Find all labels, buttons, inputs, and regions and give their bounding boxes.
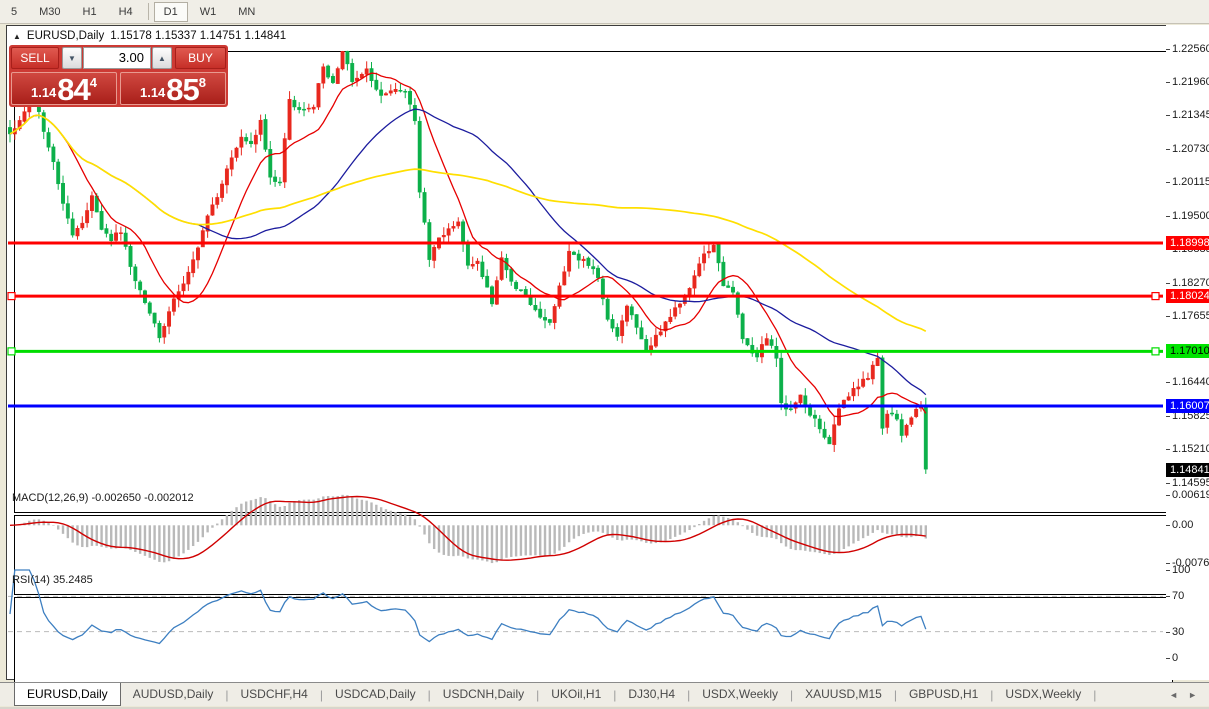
price-badge-1.18998: 1.18998: [1166, 236, 1209, 250]
price-axis-tick: 1.17655: [1172, 310, 1209, 322]
buy-price-prefix: 1.14: [140, 85, 165, 100]
price-axis-tick: 1.21345: [1172, 109, 1209, 121]
macd-axis-tick: 0.00: [1172, 519, 1193, 531]
buy-price-display[interactable]: 1.14858: [120, 72, 226, 105]
price-axis-tick: 1.18270: [1172, 277, 1209, 289]
chart-title: ▲ EURUSD,Daily 1.15178 1.15337 1.14751 1…: [13, 30, 286, 42]
tab-usdchf-h4[interactable]: USDCHF,H4: [229, 683, 320, 706]
tab-ukoil-h1[interactable]: UKOil,H1: [539, 683, 613, 706]
tab-usdx-weekly[interactable]: USDX,Weekly: [993, 683, 1093, 706]
tab-eurusd-daily[interactable]: EURUSD,Daily: [14, 683, 121, 706]
sell-price-pip: 4: [90, 75, 97, 104]
timeframe-m30[interactable]: M30: [29, 2, 70, 22]
sell-price-display[interactable]: 1.14844: [11, 72, 117, 105]
timeframe-w1[interactable]: W1: [190, 2, 227, 22]
chart-ohlc-values: 1.15178 1.15337 1.14751 1.14841: [110, 30, 286, 42]
rsi-axis-tick: 30: [1172, 626, 1184, 638]
macd-axis-tick: 0.006193: [1172, 489, 1209, 501]
tab-usdcad-daily[interactable]: USDCAD,Daily: [323, 683, 428, 706]
price-chart-panel[interactable]: [14, 51, 1173, 513]
sell-button[interactable]: SELL: [11, 47, 59, 69]
sell-price-big: 84: [57, 73, 89, 104]
price-axis-tick: 1.14595: [1172, 477, 1209, 489]
price-badge-1.16007: 1.16007: [1166, 399, 1209, 413]
volume-input[interactable]: 3.00: [83, 47, 151, 69]
tab-audusd-daily[interactable]: AUDUSD,Daily: [121, 683, 226, 706]
volume-decrease-icon[interactable]: ▼: [62, 47, 82, 69]
price-badge-1.17010: 1.17010: [1166, 344, 1209, 358]
sell-price-prefix: 1.14: [31, 85, 56, 100]
rsi-axis-tick: 100: [1172, 564, 1190, 576]
tab-scroll-right-icon[interactable]: ►: [1188, 690, 1197, 700]
tab-scroll-left-icon[interactable]: ◄: [1169, 690, 1178, 700]
timeframe-d1[interactable]: D1: [154, 2, 188, 22]
macd-indicator-label: MACD(12,26,9) -0.002650 -0.002012: [12, 492, 194, 504]
timeframe-5[interactable]: 5: [1, 2, 27, 22]
price-axis-tick: 1.20730: [1172, 143, 1209, 155]
tab-usdcnh-daily[interactable]: USDCNH,Daily: [431, 683, 536, 706]
chart-symbol-label: EURUSD,Daily: [27, 30, 104, 42]
rsi-panel[interactable]: [14, 597, 1173, 685]
buy-price-big: 85: [166, 73, 198, 104]
tab-gbpusd-h1[interactable]: GBPUSD,H1: [897, 683, 990, 706]
volume-increase-icon[interactable]: ▲: [152, 47, 172, 69]
price-axis[interactable]: 1.22560 1.21960 1.21345 1.20730 1.20115 1.195…: [1166, 25, 1209, 680]
tab-usdx-weekly[interactable]: USDX,Weekly: [690, 683, 790, 706]
tab-separator: |: [1093, 688, 1096, 702]
symbol-tab-bar: EURUSD,DailyAUDUSD,Daily|USDCHF,H4|USDCA…: [0, 682, 1209, 706]
tab-dj30-h4[interactable]: DJ30,H4: [616, 683, 687, 706]
macd-panel[interactable]: [14, 515, 1173, 595]
toolbar-separator: [148, 3, 149, 20]
tab-scroll-arrows: ◄►: [1169, 683, 1209, 706]
buy-price-pip: 8: [199, 75, 206, 104]
rsi-indicator-label: RSI(14) 35.2485: [12, 574, 93, 586]
price-axis-tick: 1.16440: [1172, 376, 1209, 388]
price-axis-tick: 1.22560: [1172, 43, 1209, 55]
price-axis-tick: 1.20115: [1172, 176, 1209, 188]
price-axis-tick: 1.19500: [1172, 210, 1209, 222]
chart-window: 16 Feb 20216 Mar 202125 Mar 202113 Apr 2…: [6, 25, 1207, 680]
timeframe-h1[interactable]: H1: [73, 2, 107, 22]
price-badge-1.14841: 1.14841: [1166, 463, 1209, 477]
collapse-panel-icon[interactable]: ▲: [13, 32, 21, 41]
price-axis-tick: 1.15210: [1172, 443, 1209, 455]
price-badge-1.18024: 1.18024: [1166, 289, 1209, 303]
rsi-axis-tick: 70: [1172, 590, 1184, 602]
rsi-axis-tick: 0: [1172, 652, 1178, 664]
price-axis-tick: 1.21960: [1172, 76, 1209, 88]
volume-stepper: ▼ 3.00 ▲: [62, 47, 172, 69]
tab-xauusd-m15[interactable]: XAUUSD,M15: [793, 683, 894, 706]
one-click-trading-panel: SELL ▼ 3.00 ▲ BUY 1.14844 1.14858: [9, 45, 228, 107]
buy-button[interactable]: BUY: [175, 47, 226, 69]
timeframe-mn[interactable]: MN: [228, 2, 265, 22]
timeframe-toolbar: 5M30H1H4 D1W1MN: [0, 0, 1209, 24]
timeframe-h4[interactable]: H4: [109, 2, 143, 22]
